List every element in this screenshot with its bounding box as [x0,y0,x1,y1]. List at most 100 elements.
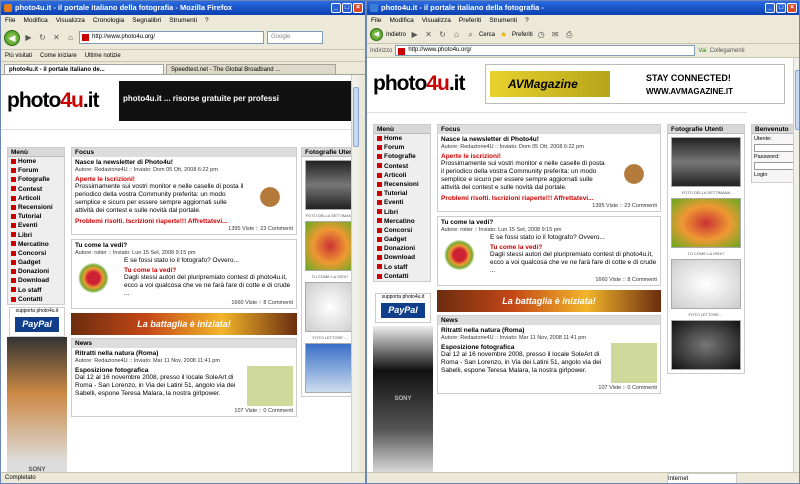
menu-item-recensioni[interactable]: Recensioni [8,203,64,212]
menu-item-eventi[interactable]: Eventi [8,221,64,230]
tab-speedtest[interactable]: Speedtest.net - The Global Broadband ... [166,64,336,74]
article-highlight-2[interactable]: Problemi risolti. Iscrizioni riaperte!!!… [72,216,296,225]
article-thumbnail[interactable] [75,258,121,298]
photo-thumbnail[interactable] [305,343,355,393]
mail-icon[interactable]: ✉ [550,30,561,39]
print-icon[interactable]: ⎙ [564,30,575,40]
photo-thumbnail[interactable] [305,282,355,332]
menu-item-gadget[interactable]: Gadget [374,235,430,244]
photo-thumbnail[interactable] [305,160,355,210]
menu-item-staff[interactable]: Lo staff [8,286,64,295]
stop-icon[interactable]: ✕ [51,33,62,42]
menu-edit[interactable]: Modifica [23,15,47,26]
article-title[interactable]: Tu come la vedi? [438,217,660,226]
minimize-button[interactable]: _ [331,3,341,13]
menu-help[interactable]: ? [525,15,529,26]
sony-ad[interactable]: SONY [7,337,67,474]
menu-edit[interactable]: Modifica [389,15,413,26]
menu-item-download[interactable]: Download [374,253,430,262]
paypal-box[interactable]: supporta photo4u.it PayPal [375,293,431,323]
home-icon[interactable]: ⌂ [451,30,462,39]
back-icon[interactable]: ◀ [370,28,383,41]
menu-history[interactable]: Cronologia [93,15,124,26]
paypal-box[interactable]: supporta photo4u.it PayPal [9,307,65,337]
article-title[interactable]: Nasce la newsletter di Photo4u! [438,134,660,143]
go-button[interactable]: Vai [698,48,706,54]
menu-tools[interactable]: Strumenti [169,15,197,26]
back-label[interactable]: Indietro [386,32,406,38]
menu-item-tutorial[interactable]: Tutorial [374,189,430,198]
menu-item-home[interactable]: Home [374,134,430,143]
stop-icon[interactable]: ✕ [423,30,434,39]
favorites-label[interactable]: Preferiti [512,32,533,38]
article-thumbnail[interactable] [611,152,657,192]
menu-item-download[interactable]: Download [8,276,64,285]
reload-icon[interactable]: ↻ [37,33,48,42]
refresh-icon[interactable]: ↻ [437,30,448,39]
top-banner[interactable]: photo4u.it ... risorse gratuite per prof… [119,81,359,121]
tab-photo4u[interactable]: photo4u.it - il portale italiano de... [4,64,164,74]
menu-view[interactable]: Visualizza [56,15,85,26]
photo-thumbnail[interactable] [671,320,741,370]
menu-help[interactable]: ? [205,15,209,26]
article-title[interactable]: Ritratti nella natura (Roma) [72,348,296,357]
menu-file[interactable]: File [371,15,381,26]
vertical-scrollbar[interactable] [793,58,799,474]
menu-item-recensioni[interactable]: Recensioni [374,180,430,189]
photo-thumbnail[interactable] [671,198,741,248]
menu-item-mercatino[interactable]: Mercatino [8,240,64,249]
photo-thumbnail[interactable] [671,259,741,309]
article-thumbnail[interactable] [441,235,487,275]
article-title[interactable]: Ritratti nella natura (Roma) [438,325,660,334]
menu-item-staff[interactable]: Lo staff [374,263,430,272]
address-bar[interactable]: http://www.photo4u.org/ [79,31,264,44]
close-button[interactable]: × [787,3,797,13]
menu-bookmarks[interactable]: Segnalibri [132,15,161,26]
vertical-scrollbar[interactable] [351,75,359,474]
forward-icon[interactable]: ▶ [409,30,420,39]
menu-item-forum[interactable]: Forum [8,166,64,175]
menu-item-contest[interactable]: Contest [8,185,64,194]
menu-item-donazioni[interactable]: Donazioni [8,267,64,276]
menu-item-gadget[interactable]: Gadget [8,258,64,267]
menu-item-articoli[interactable]: Articoli [8,194,64,203]
menu-item-home[interactable]: Home [8,157,64,166]
menu-file[interactable]: File [5,15,15,26]
game-ad-banner[interactable]: La battaglia è iniziata! [71,313,297,335]
menu-item-eventi[interactable]: Eventi [374,198,430,207]
search-input[interactable]: Google [267,31,323,44]
menu-tools[interactable]: Strumenti [489,15,517,26]
avmagazine-banner[interactable]: AVMagazine STAY CONNECTED! WWW.AVMAGAZIN… [485,64,785,104]
menu-item-libri[interactable]: Libri [8,231,64,240]
search-label[interactable]: Cerca [479,32,495,38]
close-button[interactable]: × [353,3,363,13]
article-thumbnail[interactable] [611,343,657,383]
menu-item-forum[interactable]: Forum [374,143,430,152]
address-bar[interactable]: http://www.photo4u.org/ [395,45,696,56]
bookmark-item[interactable]: Ultime notizie [85,50,121,61]
sony-ad[interactable]: SONY [373,326,433,474]
search-icon[interactable]: ⌕ [465,30,476,40]
photo-thumbnail[interactable] [671,137,741,187]
menu-item-contatti[interactable]: Contatti [8,295,64,304]
site-logo[interactable]: photo4u.it [7,89,99,113]
article-thumbnail[interactable] [247,175,293,215]
menu-item-mercatino[interactable]: Mercatino [374,217,430,226]
photo-thumbnail[interactable] [305,221,355,271]
forward-icon[interactable]: ▶ [23,33,34,42]
menu-item-contest[interactable]: Contest [374,162,430,171]
menu-item-fotografie[interactable]: Fotografie [374,152,430,161]
favorites-icon[interactable]: ★ [498,30,509,39]
maximize-button[interactable]: □ [342,3,352,13]
site-logo[interactable]: photo4u.it [373,72,465,96]
menu-item-concorsi[interactable]: Concorsi [374,226,430,235]
article-highlight-2[interactable]: Problemi risolti. Iscrizioni riaperte!!!… [438,193,660,202]
menu-item-libri[interactable]: Libri [374,208,430,217]
article-thumbnail[interactable] [247,366,293,406]
article-title[interactable]: Tu come la vedi? [72,240,296,249]
bookmark-item[interactable]: Come iniziare [40,50,77,61]
menu-item-donazioni[interactable]: Donazioni [374,244,430,253]
history-icon[interactable]: ◷ [536,30,547,39]
links-label[interactable]: Collegamenti [710,48,745,54]
back-button[interactable]: ◀ [4,29,20,46]
